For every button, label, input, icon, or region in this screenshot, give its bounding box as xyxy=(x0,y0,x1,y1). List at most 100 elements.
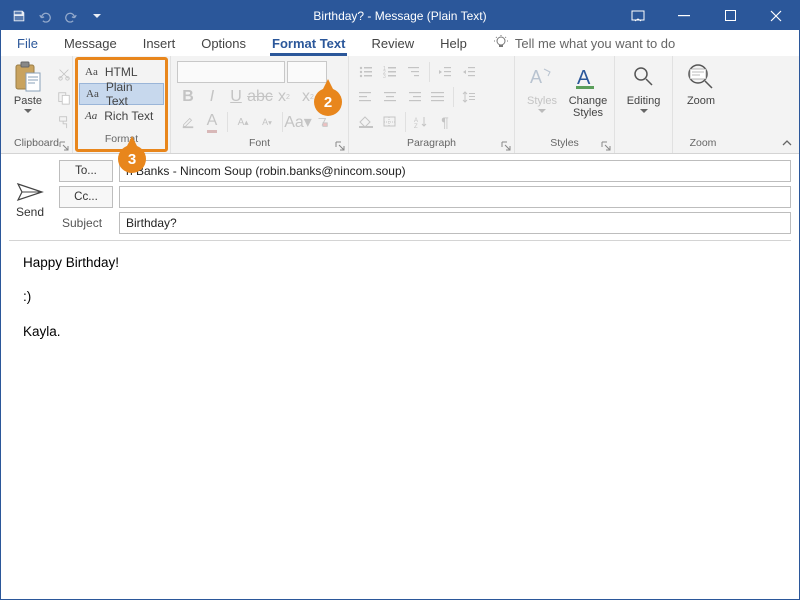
body-line: :) xyxy=(23,287,777,307)
paste-button[interactable]: Paste xyxy=(7,59,49,115)
save-icon[interactable] xyxy=(7,4,31,28)
font-name-combo[interactable] xyxy=(177,61,285,83)
redo-icon[interactable] xyxy=(59,4,83,28)
subscript-icon[interactable]: x2 xyxy=(273,86,295,108)
dialog-launcher-icon[interactable] xyxy=(500,140,512,152)
line-spacing-icon[interactable] xyxy=(458,86,480,108)
underline-icon[interactable]: U xyxy=(225,86,247,108)
svg-text:3: 3 xyxy=(383,74,386,78)
chevron-down-icon xyxy=(24,109,32,113)
to-field[interactable]: n Banks - Nincom Soup (robin.banks@ninco… xyxy=(119,160,791,182)
body-line: Happy Birthday! xyxy=(23,253,777,273)
align-left-icon[interactable] xyxy=(355,86,377,108)
group-zoom: Zoom Zoom xyxy=(673,56,733,153)
format-painter-icon[interactable] xyxy=(53,111,75,133)
send-label: Send xyxy=(16,205,44,219)
svg-text:A: A xyxy=(530,67,542,87)
bold-icon[interactable]: B xyxy=(177,86,199,108)
zoom-icon xyxy=(685,61,717,93)
increase-indent-icon[interactable] xyxy=(458,61,480,83)
svg-text:Z: Z xyxy=(414,124,418,128)
italic-icon[interactable]: I xyxy=(201,86,223,108)
chevron-down-icon xyxy=(538,109,546,113)
group-format: AaHTML AaPlain Text AaRich Text Format xyxy=(73,56,171,153)
group-styles-label: Styles xyxy=(521,136,608,152)
cc-button[interactable]: Cc... xyxy=(59,186,113,208)
qat-dropdown-icon[interactable] xyxy=(85,4,109,28)
change-styles-label: Change Styles xyxy=(569,95,608,119)
send-icon xyxy=(16,181,44,203)
maximize-icon[interactable] xyxy=(707,1,753,30)
cc-field[interactable] xyxy=(119,186,791,208)
close-icon[interactable] xyxy=(753,1,799,30)
styles-label: Styles xyxy=(527,95,557,107)
numbering-icon[interactable]: 123 xyxy=(379,61,401,83)
tab-help[interactable]: Help xyxy=(438,32,469,56)
format-rich-text-button[interactable]: AaRich Text xyxy=(79,105,164,127)
group-editing: Editing xyxy=(615,56,673,153)
cut-icon[interactable] xyxy=(53,63,75,85)
font-size-combo[interactable] xyxy=(287,61,327,83)
zoom-button[interactable]: Zoom xyxy=(679,59,723,109)
undo-icon[interactable] xyxy=(33,4,57,28)
sort-icon[interactable]: AZ xyxy=(410,111,432,133)
group-editing-label xyxy=(621,136,666,152)
editing-button[interactable]: Editing xyxy=(621,59,666,115)
subject-field[interactable]: Birthday? xyxy=(119,212,791,234)
group-paragraph: 123 AZ ¶ Paragraph xyxy=(349,56,515,153)
body-line: Kayla. xyxy=(23,322,777,342)
styles-icon: A xyxy=(526,61,558,93)
copy-icon[interactable] xyxy=(53,87,75,109)
dialog-launcher-icon[interactable] xyxy=(58,140,70,152)
decrease-indent-icon[interactable] xyxy=(434,61,456,83)
group-paragraph-label: Paragraph xyxy=(355,136,508,152)
tab-insert[interactable]: Insert xyxy=(141,32,178,56)
tab-message[interactable]: Message xyxy=(62,32,119,56)
borders-icon[interactable] xyxy=(379,111,401,133)
justify-icon[interactable] xyxy=(427,86,449,108)
to-button[interactable]: To... xyxy=(59,160,113,182)
group-styles: A Styles A Change Styles Styles xyxy=(515,56,615,153)
bulb-icon xyxy=(493,35,509,51)
paste-label: Paste xyxy=(14,95,42,107)
change-styles-button[interactable]: A Change Styles xyxy=(567,59,609,121)
multilevel-list-icon[interactable] xyxy=(403,61,425,83)
ribbon-tabs: File Message Insert Options Format Text … xyxy=(1,30,799,56)
message-body[interactable]: Happy Birthday! :) Kayla. xyxy=(9,240,791,580)
dialog-launcher-icon[interactable] xyxy=(600,140,612,152)
collapse-ribbon-icon[interactable] xyxy=(781,137,793,149)
tab-review[interactable]: Review xyxy=(369,32,416,56)
shading-icon[interactable] xyxy=(355,111,377,133)
tab-file[interactable]: File xyxy=(15,32,40,56)
format-html-label: HTML xyxy=(105,65,138,79)
change-case-icon[interactable]: Aa▾ xyxy=(287,111,309,133)
change-styles-icon: A xyxy=(572,61,604,93)
minimize-icon[interactable] xyxy=(661,1,707,30)
tell-me[interactable]: Tell me what you want to do xyxy=(491,31,677,56)
strikethrough-icon[interactable]: abc xyxy=(249,86,271,108)
align-center-icon[interactable] xyxy=(379,86,401,108)
window-controls xyxy=(615,1,799,30)
dialog-launcher-icon[interactable] xyxy=(334,140,346,152)
show-marks-icon[interactable]: ¶ xyxy=(434,111,456,133)
styles-button[interactable]: A Styles xyxy=(521,59,563,115)
highlight-icon[interactable] xyxy=(177,111,199,133)
group-font-label: Font xyxy=(177,136,342,152)
bullets-icon[interactable] xyxy=(355,61,377,83)
editing-label: Editing xyxy=(627,95,661,107)
title-bar: Birthday? - Message (Plain Text) xyxy=(1,1,799,30)
group-format-label: Format xyxy=(79,132,164,148)
grow-font-icon[interactable]: A▴ xyxy=(232,111,254,133)
tab-options[interactable]: Options xyxy=(199,32,248,56)
svg-text:A: A xyxy=(577,67,591,89)
find-icon xyxy=(628,61,660,93)
format-plain-text-button[interactable]: AaPlain Text xyxy=(79,83,164,105)
send-button[interactable]: Send xyxy=(7,160,53,234)
ribbon: Paste Clipboard AaHTML AaPlain Text AaRi… xyxy=(1,56,799,154)
shrink-font-icon[interactable]: A▾ xyxy=(256,111,278,133)
tell-me-label: Tell me what you want to do xyxy=(515,36,675,51)
align-right-icon[interactable] xyxy=(403,86,425,108)
tab-format-text[interactable]: Format Text xyxy=(270,32,347,56)
ribbon-display-icon[interactable] xyxy=(615,1,661,30)
font-color-icon[interactable]: A xyxy=(201,111,223,133)
